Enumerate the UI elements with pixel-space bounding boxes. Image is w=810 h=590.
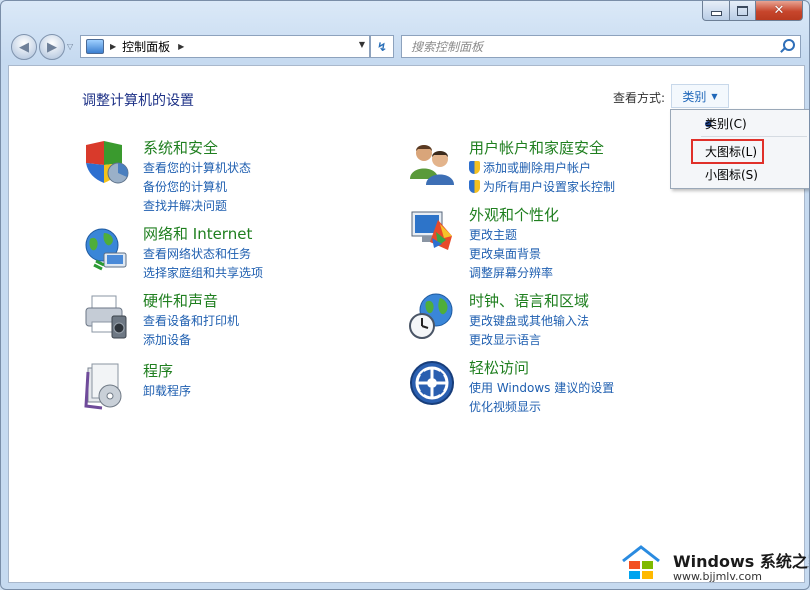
chevron-down-icon: ▼ xyxy=(711,91,718,101)
address-dropdown-icon[interactable]: ▼ xyxy=(359,40,365,49)
maximize-button[interactable] xyxy=(730,1,756,21)
link-change-theme[interactable]: 更改主题 xyxy=(469,226,553,245)
link-screen-resolution[interactable]: 调整屏幕分辨率 xyxy=(469,264,553,283)
view-by-menu: 类别(C) 大图标(L) 小图标(S) xyxy=(670,109,809,189)
recent-pages-chevron-icon[interactable]: ▽ xyxy=(67,42,73,51)
link-troubleshoot[interactable]: 查找并解决问题 xyxy=(143,197,251,216)
control-panel-window: ✕ ◀ ▶ ▽ ▶ 控制面板 ▶ ▼ ↯ 搜索控制面板 调整计算机的设置 查看方… xyxy=(0,0,810,590)
watermark-url: www.bjjmlv.com xyxy=(673,570,762,583)
watermark-brand: Windows 系统之家 xyxy=(673,552,810,571)
shield-icon xyxy=(86,141,129,184)
category-title[interactable]: 程序 xyxy=(143,360,173,381)
refresh-icon: ↯ xyxy=(376,39,388,54)
link-add-device[interactable]: 添加设备 xyxy=(143,331,239,350)
control-panel-icon xyxy=(86,39,104,54)
link-parental-controls[interactable]: 为所有用户设置家长控制 xyxy=(469,178,615,197)
refresh-button[interactable]: ↯ xyxy=(370,35,394,58)
breadcrumb-control-panel[interactable]: 控制面板 xyxy=(122,38,170,55)
globe-clock-icon xyxy=(409,293,453,339)
link-view-computer-status[interactable]: 查看您的计算机状态 xyxy=(143,159,251,178)
menu-item-category[interactable]: 类别(C) xyxy=(671,113,809,135)
view-by-label: 查看方式: xyxy=(613,91,666,105)
link-homegroup-sharing[interactable]: 选择家庭组和共享选项 xyxy=(143,264,263,283)
category-title[interactable]: 网络和 Internet xyxy=(143,223,252,244)
minimize-icon xyxy=(710,11,722,16)
programs-icon xyxy=(84,363,122,410)
breadcrumb-arrow-icon[interactable]: ▶ xyxy=(178,42,184,51)
network-globe-icon xyxy=(85,228,127,271)
link-devices-printers[interactable]: 查看设备和打印机 xyxy=(143,312,239,331)
address-bar[interactable]: ▶ 控制面板 ▶ ▼ xyxy=(80,35,370,58)
category-title[interactable]: 外观和个性化 xyxy=(469,204,559,225)
link-change-background[interactable]: 更改桌面背景 xyxy=(469,245,553,264)
view-by-dropdown[interactable]: 类别 ▼ xyxy=(671,84,729,108)
watermark: Windows 系统之家 www.bjjmlv.com xyxy=(621,539,810,587)
search-icon[interactable] xyxy=(783,39,795,51)
link-change-display-language[interactable]: 更改显示语言 xyxy=(469,331,589,350)
category-title[interactable]: 时钟、语言和区域 xyxy=(469,290,589,311)
uac-shield-icon xyxy=(469,180,480,193)
windows-logo-icon xyxy=(622,545,660,579)
search-placeholder: 搜索控制面板 xyxy=(411,40,484,54)
category-title[interactable]: 系统和安全 xyxy=(143,137,218,158)
caption-buttons: ✕ xyxy=(702,1,803,21)
link-uninstall-program[interactable]: 卸载程序 xyxy=(143,382,191,401)
breadcrumb-arrow-icon[interactable]: ▶ xyxy=(110,42,116,51)
category-title[interactable]: 硬件和声音 xyxy=(143,290,218,311)
link-network-status[interactable]: 查看网络状态和任务 xyxy=(143,245,263,264)
menu-separator xyxy=(701,136,807,137)
navigation-bar: ◀ ▶ ▽ ▶ 控制面板 ▶ ▼ ↯ 搜索控制面板 xyxy=(1,30,809,64)
link-optimize-video[interactable]: 优化视频显示 xyxy=(469,398,614,417)
category-title[interactable]: 用户帐户和家庭安全 xyxy=(469,137,604,158)
page-title: 调整计算机的设置 xyxy=(82,93,194,109)
close-icon: ✕ xyxy=(773,3,785,18)
link-change-input-method[interactable]: 更改键盘或其他输入法 xyxy=(469,312,589,331)
link-add-remove-accounts[interactable]: 添加或删除用户帐户 xyxy=(469,159,615,178)
maximize-icon xyxy=(737,5,748,16)
uac-shield-icon xyxy=(469,161,480,174)
back-button[interactable]: ◀ xyxy=(11,34,37,60)
close-button[interactable]: ✕ xyxy=(756,1,803,21)
back-arrow-icon: ◀ xyxy=(19,39,29,55)
link-recommended-settings[interactable]: 使用 Windows 建议的设置 xyxy=(469,379,614,398)
highlight-box xyxy=(691,139,764,164)
link-backup-computer[interactable]: 备份您的计算机 xyxy=(143,178,251,197)
forward-arrow-icon: ▶ xyxy=(47,39,57,55)
search-input[interactable]: 搜索控制面板 xyxy=(401,35,801,58)
view-by-value: 类别 xyxy=(682,89,707,104)
users-icon xyxy=(410,145,454,185)
category-title[interactable]: 轻松访问 xyxy=(469,357,529,378)
ease-of-access-icon xyxy=(410,361,454,405)
menu-item-small-icons[interactable]: 小图标(S) xyxy=(671,164,809,186)
forward-button[interactable]: ▶ xyxy=(39,34,65,60)
minimize-button[interactable] xyxy=(702,1,730,21)
printer-icon xyxy=(85,295,127,339)
appearance-monitor-icon xyxy=(411,211,452,250)
